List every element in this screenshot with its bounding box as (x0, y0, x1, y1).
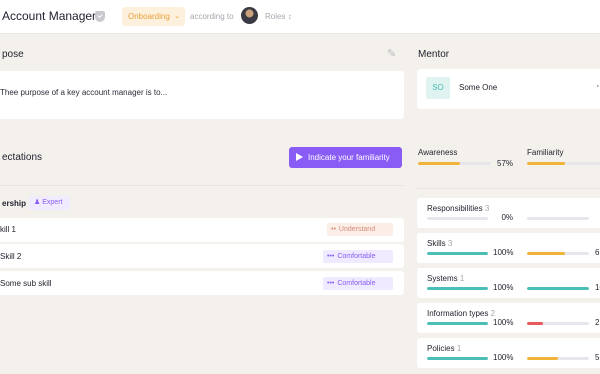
category-progress-bar (427, 322, 488, 325)
chevron-down-icon: ⌄ (174, 13, 180, 20)
category-familiarity-fill (527, 322, 543, 325)
category-name: Skills (427, 239, 446, 248)
status-label: Onboarding (128, 12, 170, 21)
level-label: Comfortable (337, 253, 376, 260)
category-familiarity-percent: 5 (595, 353, 600, 362)
level-dots-icon: ••• (327, 280, 335, 287)
category-count: 1 (459, 274, 465, 283)
purpose-heading: pose (2, 49, 24, 60)
category-familiarity-bar (527, 252, 589, 255)
category-name: Responsibilities (427, 204, 483, 213)
category-percent: 100% (493, 353, 514, 362)
category-familiarity-bar (527, 287, 589, 290)
category-progress-bar (427, 217, 488, 220)
roles-label: Roles (265, 12, 286, 21)
roles-link[interactable]: Roles ↕ (265, 12, 292, 21)
category-progress-fill (427, 287, 488, 290)
category-progress-fill (427, 252, 488, 255)
sort-arrow-icon: ↕ (287, 12, 292, 21)
category-label: Information types 2 (427, 309, 495, 318)
category-percent: 100% (493, 248, 514, 257)
mentor-heading: Mentor (418, 49, 450, 60)
familiarity-bar (527, 162, 600, 165)
category-count: 2 (490, 309, 496, 318)
skill-name: Some sub skill (0, 279, 52, 288)
familiarity-label: Familiarity (527, 148, 564, 157)
category-name: Information types (427, 309, 489, 318)
category-percent: 100% (493, 283, 514, 292)
divider (0, 185, 404, 186)
category-familiarity-bar (527, 357, 589, 360)
indicate-familiarity-button[interactable]: Indicate your familiarity (289, 147, 402, 168)
category-label: Policies 1 (427, 344, 461, 353)
category-familiarity-bar (527, 322, 589, 325)
level-label: Comfortable (337, 280, 376, 287)
skill-group-label: ership (2, 199, 27, 208)
category-percent: 0% (501, 213, 513, 222)
category-familiarity-fill (527, 252, 566, 255)
category-familiarity-percent: 2 (595, 318, 600, 327)
category-progress-fill (427, 357, 488, 360)
category-progress-bar (427, 357, 488, 360)
category-percent: 100% (493, 318, 514, 327)
page-title: Account Manager (2, 9, 97, 23)
purpose-text: Thee purpose of a key account manager is… (0, 88, 168, 97)
mentor-name: Some One (459, 83, 498, 92)
category-familiarity-fill (527, 357, 558, 360)
category-name: Systems (427, 274, 458, 283)
level-dots-icon: ••• (327, 253, 335, 260)
category-progress-bar (427, 287, 488, 290)
awareness-label: Awareness (418, 148, 458, 157)
shield-check-icon (95, 11, 105, 22)
category-count: 3 (447, 239, 453, 248)
category-count: 3 (484, 204, 490, 213)
level-dots-icon: •• (331, 226, 336, 233)
more-options-icon[interactable]: ·· (596, 80, 600, 92)
level-badge[interactable]: ••• Comfortable (323, 277, 393, 290)
play-icon (296, 153, 303, 161)
indicate-familiarity-label: Indicate your familiarity (308, 153, 390, 162)
category-label: Responsibilities 3 (427, 204, 489, 213)
avatar[interactable] (241, 7, 258, 24)
level-label: Understand (338, 226, 376, 233)
category-count: 1 (456, 344, 462, 353)
skill-name: Skill 2 (0, 252, 22, 261)
category-progress-fill (427, 322, 488, 325)
expert-badge: ♟ Expert (29, 196, 70, 210)
familiarity-bar-fill (527, 162, 566, 165)
category-label: Systems 1 (427, 274, 464, 283)
category-label: Skills 3 (427, 239, 452, 248)
level-badge[interactable]: •• Understand (327, 223, 393, 236)
category-familiarity-fill (527, 287, 589, 290)
divider (417, 188, 600, 189)
awareness-bar-fill (418, 162, 460, 165)
skill-name: kill 1 (0, 225, 17, 234)
category-progress-bar (427, 252, 488, 255)
expectations-heading: ectations (2, 152, 43, 163)
category-familiarity-percent: 10 (595, 283, 600, 292)
expert-badge-label: Expert (42, 199, 63, 206)
awareness-percent: 57% (497, 159, 514, 168)
category-familiarity-bar (527, 217, 589, 220)
mentor-initials-avatar: SO (426, 77, 450, 99)
person-icon: ♟ (34, 199, 41, 206)
edit-pencil-icon[interactable]: ✎ (387, 48, 399, 60)
level-badge[interactable]: ••• Comfortable (323, 250, 393, 263)
according-to-text: according to (190, 12, 234, 21)
status-dropdown[interactable]: Onboarding ⌄ (122, 7, 185, 26)
category-name: Policies (427, 344, 455, 353)
awareness-bar (418, 162, 491, 165)
category-familiarity-percent: 6 (595, 248, 600, 257)
